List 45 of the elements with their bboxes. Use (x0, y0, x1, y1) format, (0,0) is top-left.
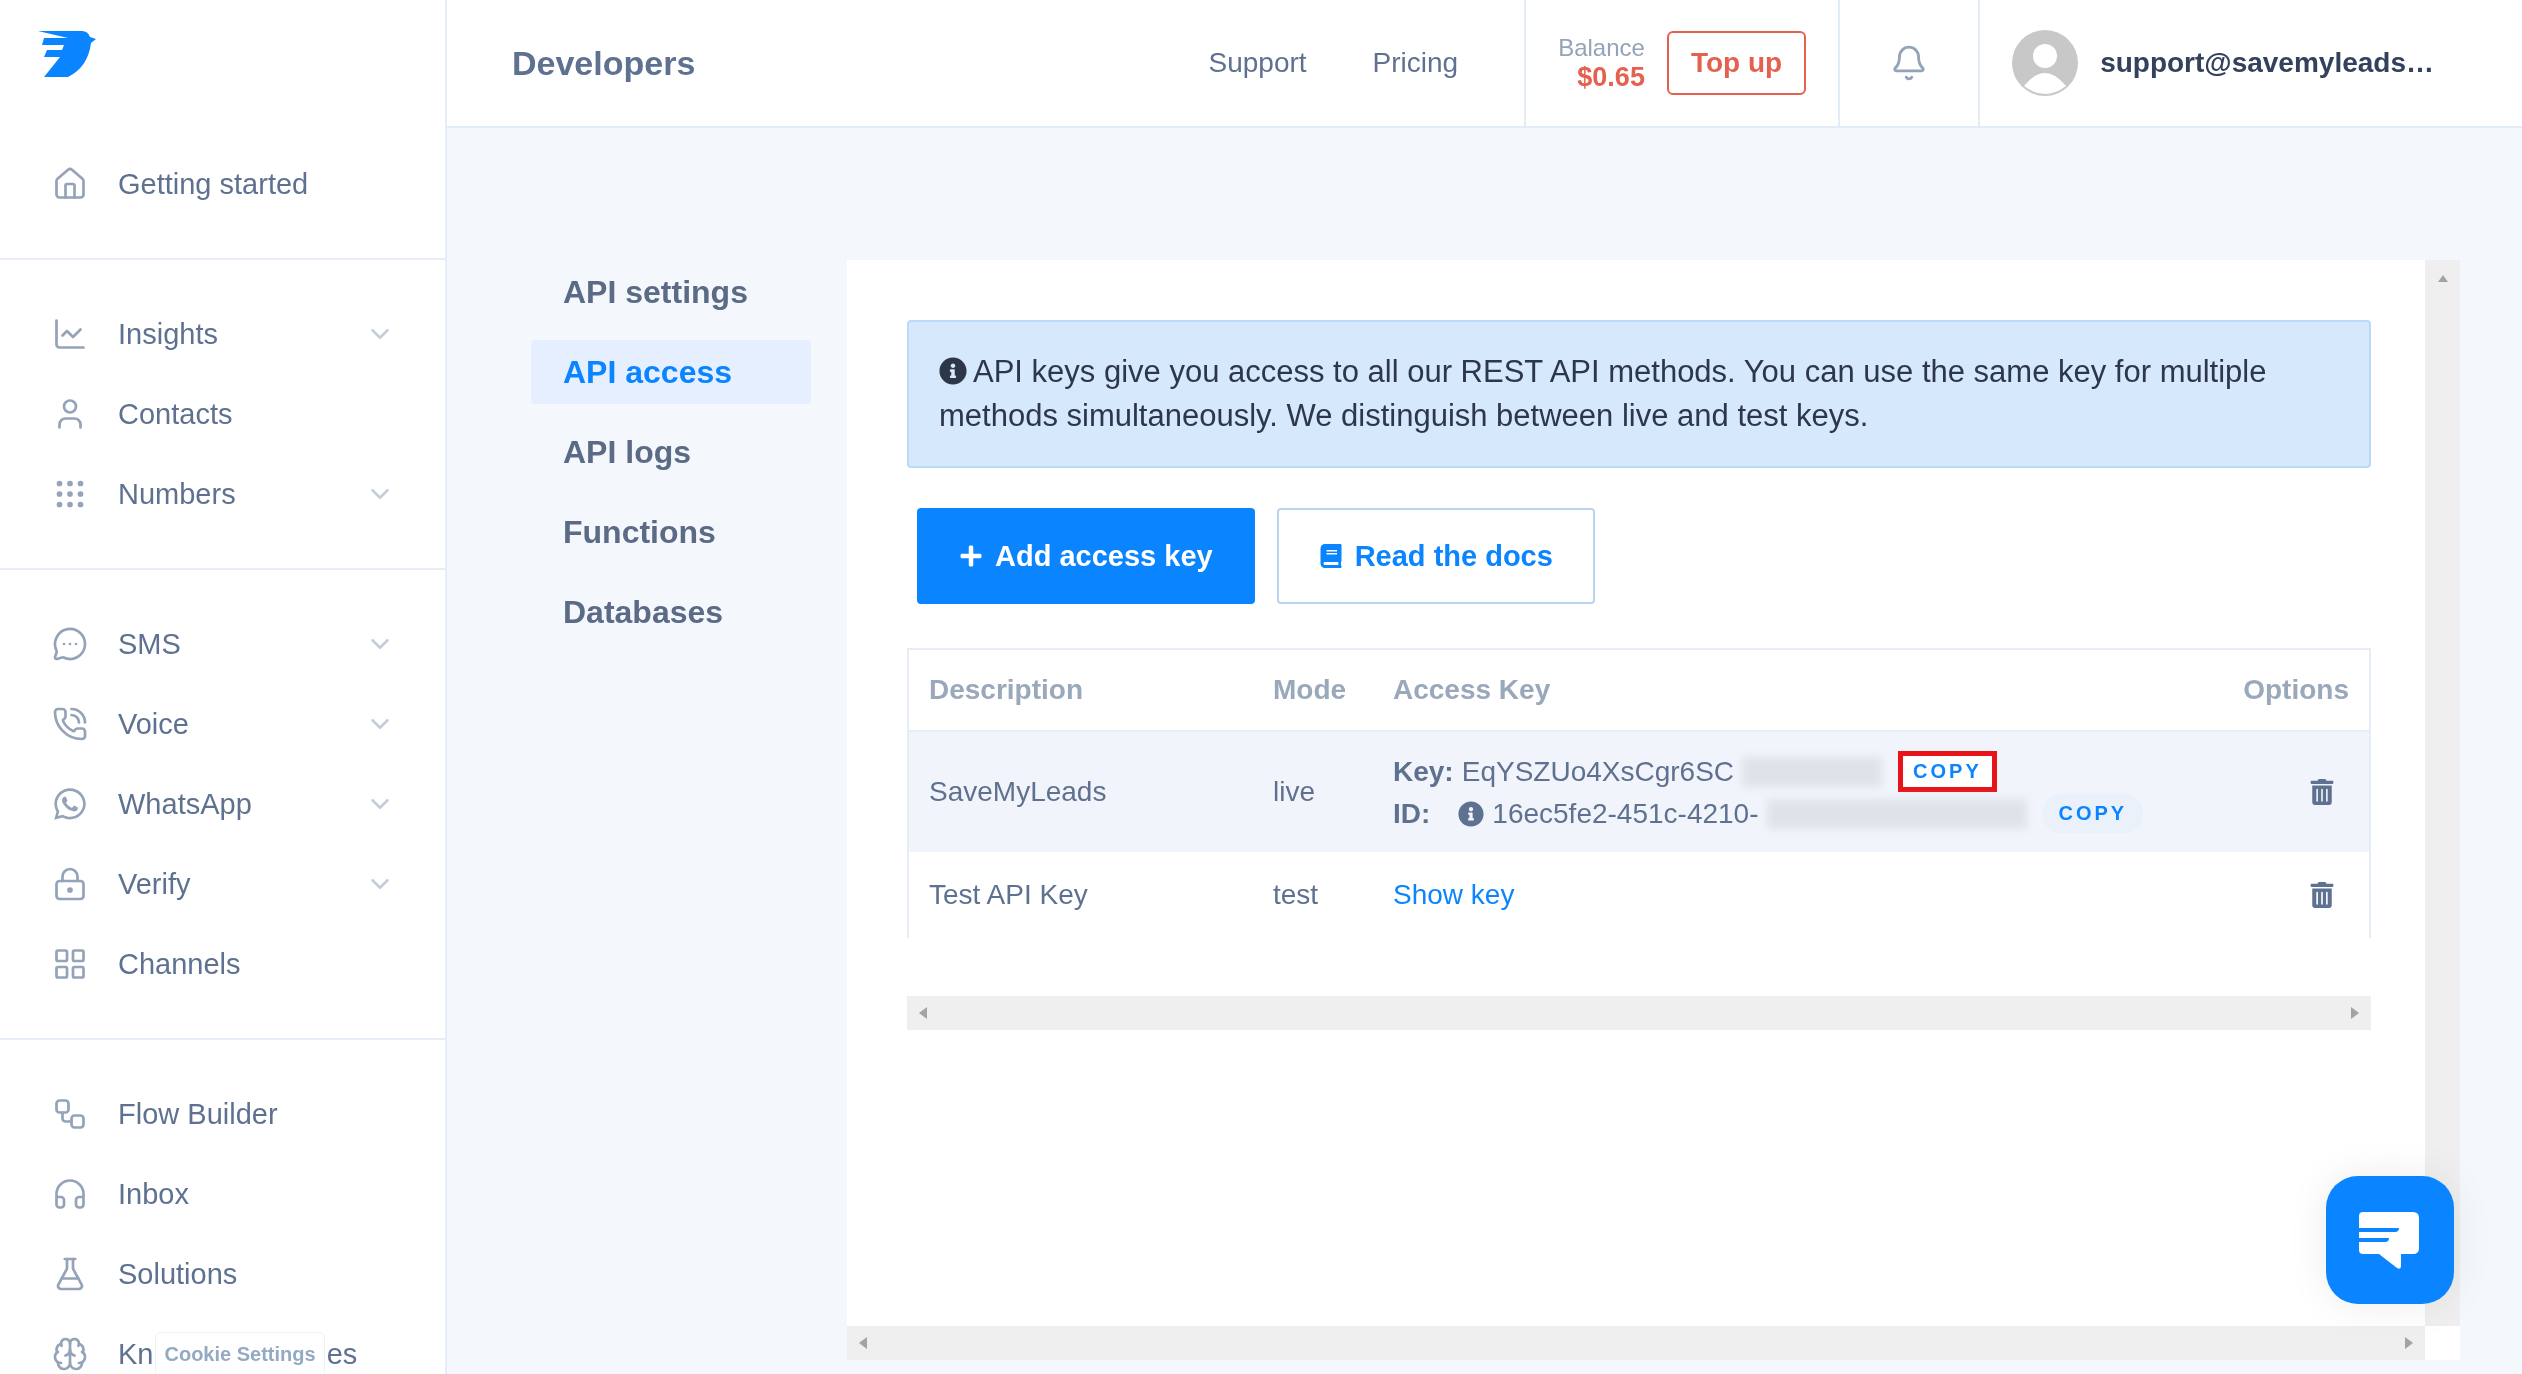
sidebar-item[interactable]: Insights (0, 294, 445, 374)
id-value: 16ec5fe2-451c-4210- (1492, 797, 1759, 830)
user-email[interactable]: support@savemyleads… (2100, 47, 2434, 79)
page-title: Developers (512, 43, 697, 83)
sidebar-item[interactable]: Verify (0, 844, 445, 924)
column-header: Options (2242, 674, 2349, 706)
header-link[interactable]: Support (1208, 47, 1307, 79)
sidebar-item[interactable]: Inbox (0, 1154, 445, 1234)
table-cell-text: live (1273, 776, 1316, 808)
balance-label: Balance (1558, 33, 1645, 62)
sidebar-item[interactable]: Channels (0, 924, 445, 1004)
sidebar-item[interactable]: Solutions (0, 1234, 445, 1314)
subnav-item[interactable]: Databases (531, 580, 811, 644)
table-cell-text: test (1273, 879, 1320, 911)
table-cell-text: Test API Key (929, 879, 1089, 911)
balance-amount: $0.65 (1577, 61, 1645, 93)
sidebar-item[interactable]: Flow Builder (0, 1074, 445, 1154)
sidebar-item-label: Kn (118, 1337, 154, 1371)
subnav-item[interactable]: API settings (531, 260, 811, 324)
show-key-link[interactable]: Show key (1393, 879, 2209, 911)
add-key-button[interactable]: Add access key (917, 508, 1255, 604)
subnav-item[interactable]: Functions (531, 500, 811, 564)
header-link[interactable]: Pricing (1372, 47, 1459, 79)
key-value: EqYSZUo4XsCgr6SC (1461, 755, 1735, 788)
sidebar-item[interactable]: Kn Cookie Settings es (0, 1314, 445, 1374)
column-header: Access Key (1393, 674, 1552, 706)
top-up-button[interactable]: Top up (1666, 31, 1807, 95)
id-label: ID: (1393, 797, 1431, 830)
table-cell-text: SaveMyLeads (929, 776, 1108, 808)
docs-button[interactable]: Read the docs (1276, 508, 1595, 604)
copy-button[interactable]: COPY (1898, 751, 1997, 792)
copy-button[interactable]: COPY (2042, 794, 2144, 833)
column-header: Description (929, 674, 1085, 706)
sidebar-item[interactable]: WhatsApp (0, 764, 445, 844)
sidebar-item[interactable]: Getting started (0, 144, 445, 224)
subnav-item[interactable]: API logs (531, 420, 811, 484)
sidebar-item[interactable]: SMS (0, 604, 445, 684)
column-header: Mode (1273, 674, 1348, 706)
info-message: API keys give you access to all our REST API methods. You can use the same key for multiple methods simultaneously. We distinguish between live and test keys. (907, 320, 2371, 468)
sidebar-item[interactable]: Contacts (0, 374, 445, 454)
key-label: Key: (1393, 755, 1454, 788)
sidebar-item-label: es (326, 1337, 358, 1371)
sidebar-item[interactable]: Voice (0, 684, 445, 764)
sidebar-item[interactable]: Numbers (0, 454, 445, 534)
subnav-item[interactable]: API access (531, 340, 811, 404)
